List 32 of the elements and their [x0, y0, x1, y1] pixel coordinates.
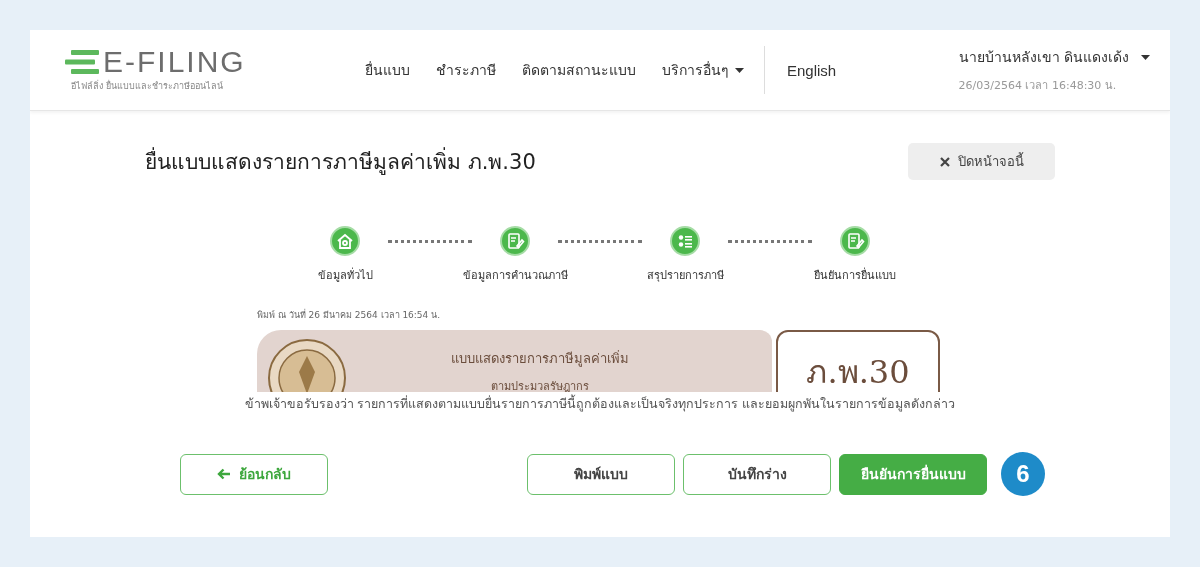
step-label: ข้อมูลการคำนวณภาษี: [462, 268, 568, 284]
house-icon: [330, 226, 360, 256]
nav-link[interactable]: ติดตามสถานะแบบ: [522, 59, 636, 81]
list-icon: [670, 226, 700, 256]
user-name[interactable]: นายบ้านหลังเขา ดินแดงเด้ง: [958, 46, 1129, 68]
logo-text: E-FILING: [103, 47, 246, 77]
nav-link[interactable]: ชำระภาษี: [436, 59, 496, 81]
caret-icon: [735, 67, 744, 73]
close-icon: [939, 156, 950, 167]
step-label: ข้อมูลทั่วไป: [317, 266, 373, 284]
logo-icon: [65, 49, 99, 75]
caret-icon[interactable]: [1141, 54, 1150, 60]
logo-tagline: อีไฟล์ลิ่ง ยื่นแบบและชำระภาษีออนไลน์: [71, 79, 224, 93]
nav-link[interactable]: ยื่นแบบ: [365, 59, 410, 81]
arrow-left-icon: [217, 468, 231, 480]
step-label: สรุปรายการภาษี: [646, 268, 724, 284]
form-heading: แบบแสดงรายการภาษีมูลค่าเพิ่ม: [450, 349, 629, 369]
language-link[interactable]: English: [787, 61, 837, 79]
step-badge: 6: [1001, 452, 1045, 496]
print-timestamp: พิมพ์ ณ วันที่ 26 มีนาคม 2564 เวลา 16:54 น.: [257, 308, 442, 322]
close-button[interactable]: ปิดหน้าจอนี้: [908, 143, 1055, 180]
form-code: ภ.พ.30: [806, 352, 910, 392]
login-datetime: 26/03/2564 เวลา 16:48:30 น.: [958, 78, 1117, 94]
form-subheading: ตามประมวลรัษฎากร: [490, 379, 589, 392]
page-title: ยื่นแบบแสดงรายการภาษีมูลค่าเพิ่ม ภ.พ.30: [145, 145, 536, 178]
form-button[interactable]: บันทึกร่าง: [683, 453, 831, 495]
nav-link[interactable]: บริการอื่นๆ: [662, 59, 744, 81]
step-label: ยืนยันการยื่นแบบ: [814, 266, 896, 284]
document-pen-icon: [840, 226, 870, 256]
document-pen-icon: [500, 226, 530, 256]
declaration-text: ข้าพเจ้าขอรับรองว่า รายการที่แสดงตามแบบยื่นรายการภาษีนี้ถูกต้องและเป็นจริงทุกประการ และยอมผูกพันในรายการข้อมูลดังกล่าว: [243, 394, 957, 414]
form-button[interactable]: พิมพ์แบบ: [527, 453, 675, 495]
